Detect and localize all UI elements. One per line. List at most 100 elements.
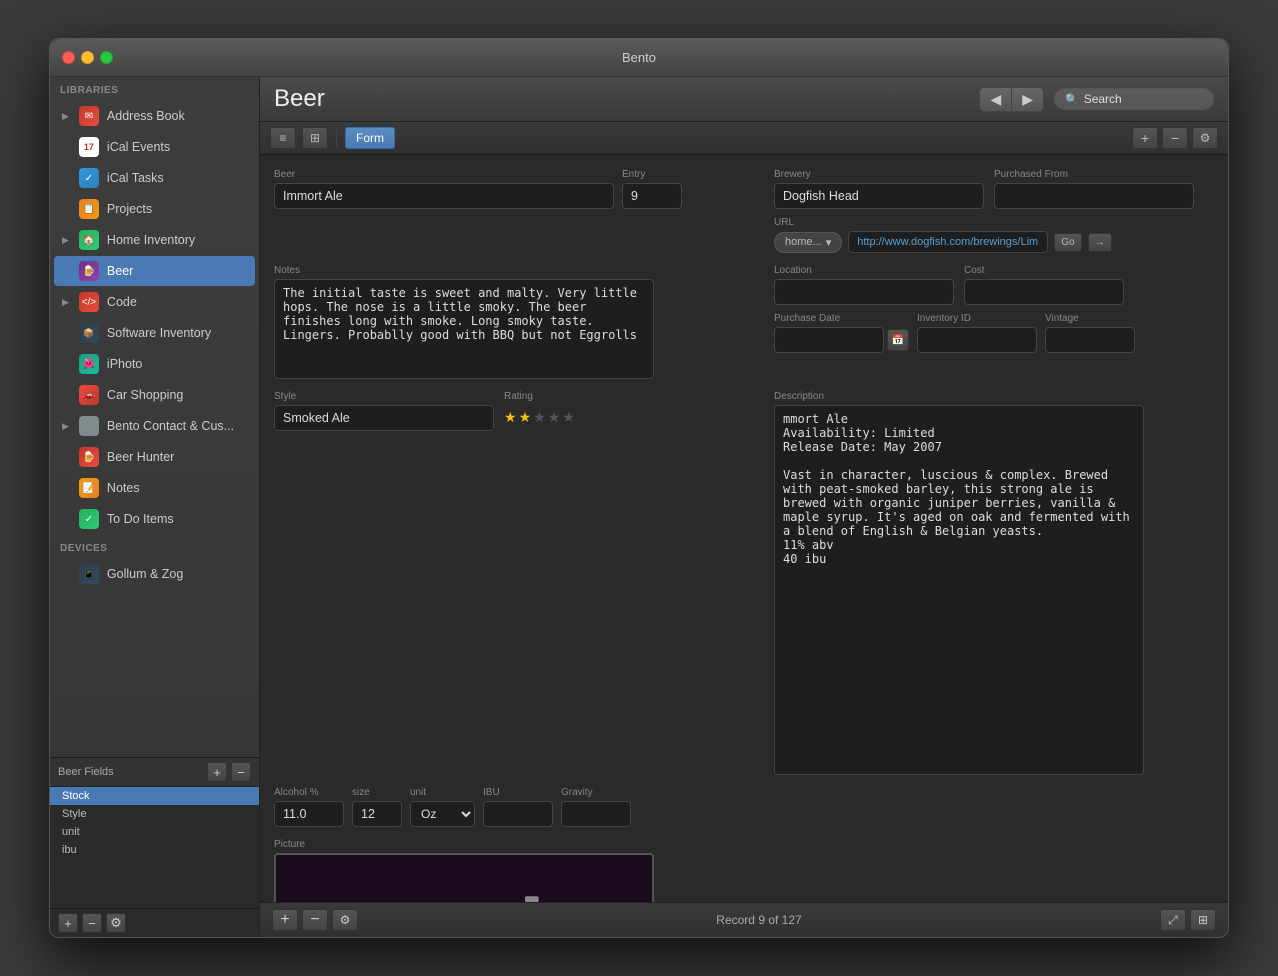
sidebar-item-notes[interactable]: ▶ 📝 Notes: [54, 473, 255, 503]
star-3[interactable]: ★: [533, 409, 546, 426]
star-1[interactable]: ★: [504, 409, 517, 426]
grid-view-bottom-button[interactable]: ⊞: [1190, 909, 1216, 931]
unit-select[interactable]: Oz mL L: [410, 801, 475, 827]
url-arrow-button[interactable]: →: [1088, 233, 1112, 252]
unit-label: unit: [410, 787, 475, 798]
purchase-date-input[interactable]: [774, 327, 884, 353]
alcohol-input[interactable]: [274, 801, 344, 827]
sidebar-item-home-inventory[interactable]: ▶ 🏠 Home Inventory: [54, 225, 255, 255]
fields-title: Beer Fields: [58, 766, 114, 778]
inventory-id-input[interactable]: [917, 327, 1037, 353]
sidebar-item-ical-tasks[interactable]: ▶ ✓ iCal Tasks: [54, 163, 255, 193]
arrow-icon: ▶: [62, 297, 69, 308]
form-view-button[interactable]: Form: [345, 127, 395, 149]
size-input[interactable]: [352, 801, 402, 827]
traffic-lights: [62, 51, 113, 64]
grid-view-button[interactable]: ⊞: [302, 127, 328, 149]
style-input[interactable]: [274, 405, 494, 431]
location-cost-group: Location Cost Purchase Date: [774, 265, 1214, 353]
star-5[interactable]: ★: [562, 409, 575, 426]
sidebar-item-beer[interactable]: ▶ 🍺 Beer: [54, 256, 255, 286]
gravity-input[interactable]: [561, 801, 631, 827]
star-4[interactable]: ★: [548, 409, 561, 426]
purchased-from-input[interactable]: [994, 183, 1194, 209]
style-rating-row: Style Rating ★ ★ ★ ★ ★: [274, 391, 762, 431]
star-2[interactable]: ★: [519, 409, 532, 426]
fields-item-ibu[interactable]: ibu: [50, 841, 259, 859]
nav-prev-button[interactable]: ◀: [980, 88, 1012, 111]
content-header: Beer ◀ ▶ 🔍: [260, 77, 1228, 122]
alcohol-row: Alcohol % size unit Oz: [274, 787, 762, 827]
url-input[interactable]: [848, 231, 1048, 253]
sidebar-item-iphoto[interactable]: ▶ 🌺 iPhoto: [54, 349, 255, 379]
sidebar-item-gollum-zog[interactable]: ▶ 📱 Gollum & Zog: [54, 559, 255, 589]
beer-entry-group: Beer Entry: [274, 169, 762, 209]
beer-input[interactable]: [274, 183, 614, 209]
close-button[interactable]: [62, 51, 75, 64]
settings-bottom-button[interactable]: ⚙: [106, 913, 126, 933]
url-go-button[interactable]: Go: [1054, 233, 1081, 252]
ibu-input[interactable]: [483, 801, 553, 827]
cost-input[interactable]: [964, 279, 1124, 305]
remove-field-button[interactable]: −: [231, 762, 251, 782]
brewery-input[interactable]: [774, 183, 984, 209]
form-row-4: Alcohol % size unit Oz: [274, 787, 1214, 827]
entry-label: Entry: [622, 169, 682, 180]
picture-label: Picture: [274, 839, 762, 850]
remove-bottom-button[interactable]: −: [82, 913, 102, 933]
sidebar-item-label: Notes: [107, 481, 140, 495]
expand-button[interactable]: ⤢: [1160, 909, 1186, 931]
add-field-button[interactable]: +: [207, 762, 227, 782]
remove-record-icon[interactable]: −: [1162, 127, 1188, 149]
location-label: Location: [774, 265, 954, 276]
url-label: URL: [774, 217, 1214, 228]
address-book-icon: ✉: [79, 106, 99, 126]
content-area: Beer ◀ ▶ 🔍 ≡ ⊞ Form: [260, 77, 1228, 937]
description-label: Description: [774, 391, 1214, 402]
entry-input[interactable]: [622, 183, 682, 209]
brewery-label: Brewery: [774, 169, 984, 180]
list-view-button[interactable]: ≡: [270, 127, 296, 149]
toolbar-right: + − ⚙: [1132, 127, 1218, 149]
sidebar-item-projects[interactable]: ▶ 📋 Projects: [54, 194, 255, 224]
sidebar-item-code[interactable]: ▶ </> Code: [54, 287, 255, 317]
url-protocol[interactable]: home... ▾: [774, 232, 842, 253]
car-icon: 🚗: [79, 385, 99, 405]
search-input[interactable]: [1084, 92, 1204, 106]
notes-field-group: Notes The initial taste is sweet and mal…: [274, 265, 762, 379]
sidebar-item-bento-contact[interactable]: ▶ Bento Contact & Cus...: [54, 411, 255, 441]
add-entry-button[interactable]: +: [272, 909, 298, 931]
fields-item-style[interactable]: Style: [50, 805, 259, 823]
picture-field-group: Picture: [274, 839, 762, 902]
form-row-3: Style Rating ★ ★ ★ ★ ★: [274, 391, 1214, 775]
sidebar-item-to-do-items[interactable]: ▶ ✓ To Do Items: [54, 504, 255, 534]
minimize-button[interactable]: [81, 51, 94, 64]
main-layout: LIBRARIES ▶ ✉ Address Book ▶ 17 iCal Eve…: [50, 77, 1228, 937]
nav-next-button[interactable]: ▶: [1012, 88, 1043, 111]
purchase-date-group: Purchase Date 📅: [774, 313, 909, 353]
sidebar-item-address-book[interactable]: ▶ ✉ Address Book: [54, 101, 255, 131]
description-textarea[interactable]: mmort Ale Availability: Limited Release …: [774, 405, 1144, 775]
vintage-input[interactable]: [1045, 327, 1135, 353]
calendar-button[interactable]: 📅: [887, 329, 909, 351]
sidebar-item-beer-hunter[interactable]: ▶ 🍺 Beer Hunter: [54, 442, 255, 472]
fields-item-stock[interactable]: Stock: [50, 787, 259, 805]
sidebar-item-ical-events[interactable]: ▶ 17 iCal Events: [54, 132, 255, 162]
fields-item-unit[interactable]: unit: [50, 823, 259, 841]
settings-icon[interactable]: ⚙: [1192, 127, 1218, 149]
rating-label: Rating: [504, 391, 575, 402]
sidebar-item-software-inventory[interactable]: ▶ 📦 Software Inventory: [54, 318, 255, 348]
cost-label: Cost: [964, 265, 1124, 276]
ical-events-icon: 17: [79, 137, 99, 157]
add-bottom-button[interactable]: +: [58, 913, 78, 933]
add-record-icon[interactable]: +: [1132, 127, 1158, 149]
sidebar-item-label: iCal Tasks: [107, 171, 164, 185]
location-input[interactable]: [774, 279, 954, 305]
remove-entry-button[interactable]: −: [302, 909, 328, 931]
maximize-button[interactable]: [100, 51, 113, 64]
notes-textarea[interactable]: The initial taste is sweet and malty. Ve…: [274, 279, 654, 379]
rating-stars[interactable]: ★ ★ ★ ★ ★: [504, 409, 575, 426]
software-icon: 📦: [79, 323, 99, 343]
sidebar-item-car-shopping[interactable]: ▶ 🚗 Car Shopping: [54, 380, 255, 410]
settings-entry-button[interactable]: ⚙: [332, 909, 358, 931]
